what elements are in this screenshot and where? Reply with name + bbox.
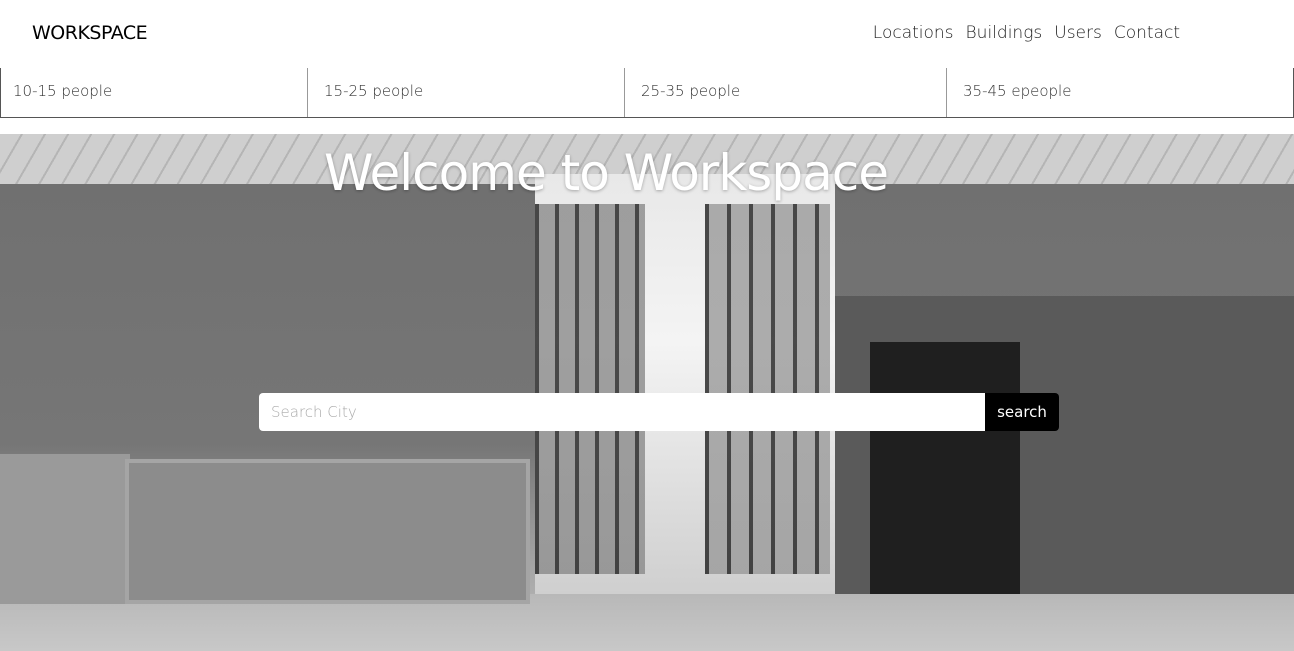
city-search-form: search bbox=[259, 393, 1059, 431]
hero-background-fridge bbox=[870, 342, 1020, 604]
nav-link-users[interactable]: Users bbox=[1054, 23, 1102, 43]
hero-background-sofa bbox=[0, 454, 130, 604]
capacity-filter-bar: 10-15 people 15-25 people 25-35 people 3… bbox=[0, 68, 1294, 118]
capacity-option-25-35[interactable]: 25-35 people bbox=[624, 68, 946, 117]
search-button[interactable]: search bbox=[985, 393, 1059, 431]
hero-section: Welcome to Workspace search bbox=[0, 134, 1294, 651]
nav-link-buildings[interactable]: Buildings bbox=[966, 23, 1043, 43]
hero-background-glass-wall bbox=[705, 204, 830, 574]
capacity-option-15-25[interactable]: 15-25 people bbox=[307, 68, 624, 117]
hero-background-glass-wall bbox=[535, 204, 645, 574]
nav-link-contact[interactable]: Contact bbox=[1114, 23, 1180, 43]
nav-link-locations[interactable]: Locations bbox=[873, 23, 954, 43]
capacity-option-35-45[interactable]: 35-45 epeople bbox=[946, 68, 1293, 117]
hero-title: Welcome to Workspace bbox=[324, 144, 889, 202]
nav-links: Locations Buildings Users Contact bbox=[873, 23, 1180, 43]
navbar: WORKSPACE Locations Buildings Users Cont… bbox=[0, 0, 1294, 68]
capacity-option-10-15[interactable]: 10-15 people bbox=[1, 68, 307, 117]
search-city-input[interactable] bbox=[259, 393, 985, 431]
brand-logo[interactable]: WORKSPACE bbox=[32, 22, 148, 44]
hero-background-shelf bbox=[125, 459, 530, 604]
